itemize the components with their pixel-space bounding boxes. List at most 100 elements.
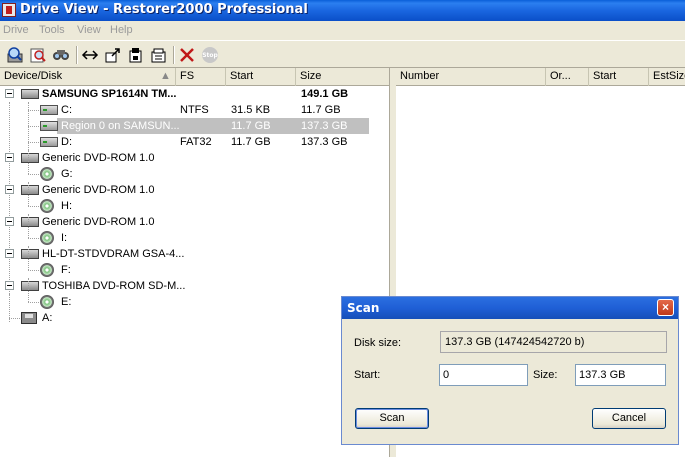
open-icon[interactable]: [149, 45, 169, 65]
swap-icon[interactable]: [80, 45, 100, 65]
column-size[interactable]: Size: [296, 68, 390, 86]
floppy-drive-icon: [21, 312, 37, 324]
cd-icon: [40, 231, 54, 245]
tree-line: [28, 182, 29, 206]
column-start[interactable]: Start: [226, 68, 296, 86]
partition-start: 11.7 GB: [231, 136, 271, 148]
menu-tools[interactable]: Tools: [39, 24, 65, 36]
optical-drive-icon: [21, 281, 39, 291]
tree-row-volume[interactable]: I:: [0, 214, 390, 246]
collapse-icon[interactable]: [5, 153, 14, 162]
size-input[interactable]: 137.3 GB: [575, 364, 666, 386]
volume-name: E:: [61, 296, 72, 308]
device-tree-pane[interactable]: Device/Disk ▲ FS Start Size SAMSUNG SP16…: [0, 68, 390, 457]
tree-line: [28, 174, 39, 175]
region-name: Region 0 on SAMSUN...: [61, 120, 180, 132]
tree-row-volume[interactable]: G:: [0, 150, 390, 182]
partition-start: 31.5 KB: [231, 104, 271, 116]
collapse-icon[interactable]: [5, 249, 14, 258]
tree-row-drive[interactable]: Generic DVD-ROM 1.0: [0, 182, 390, 198]
tree-row-volume[interactable]: H:: [0, 182, 390, 214]
stop-icon[interactable]: Stop: [200, 45, 220, 65]
partition-size: 11.7 GB: [301, 104, 341, 116]
menu-drive[interactable]: Drive: [3, 24, 29, 36]
toolbar-separator: [76, 46, 78, 64]
scan-button[interactable]: Scan: [355, 408, 429, 429]
collapse-icon[interactable]: [5, 89, 14, 98]
volume-name: G:: [61, 168, 73, 180]
sort-arrow-icon: ▲: [160, 70, 171, 82]
title-bar: Drive View - Restorer2000 Professional: [0, 0, 685, 21]
tree-line: [28, 246, 29, 270]
disk-size-field: 137.3 GB (147424542720 b): [440, 331, 667, 353]
results-header: Number Or... Start EstSize: [396, 68, 685, 86]
stop-label: Stop: [202, 47, 218, 63]
find-icon[interactable]: [51, 45, 71, 65]
menu-view[interactable]: View: [77, 24, 101, 36]
column-number[interactable]: Number: [396, 68, 546, 86]
partition-icon: [40, 105, 58, 115]
menu-help[interactable]: Help: [110, 24, 133, 36]
disk-name: SAMSUNG SP1614N TM...: [42, 88, 177, 100]
column-start[interactable]: Start: [589, 68, 649, 86]
search-icon[interactable]: [28, 45, 48, 65]
tree-row-partition[interactable]: D: FAT32 11.7 GB 137.3 GB: [0, 134, 390, 150]
tree-row-volume[interactable]: F:: [0, 246, 390, 278]
cd-icon: [40, 295, 54, 309]
disk-size: 149.1 GB: [301, 88, 349, 100]
volume-name: H:: [61, 200, 72, 212]
tree-line: [28, 302, 39, 303]
column-device-disk[interactable]: Device/Disk ▲: [0, 68, 176, 86]
tree-line: [28, 278, 29, 302]
collapse-icon[interactable]: [5, 217, 14, 226]
tree-row-drive[interactable]: HL-DT-STDVDRAM GSA-4...: [0, 246, 390, 262]
tree-row-volume[interactable]: E:: [0, 278, 390, 310]
collapse-icon[interactable]: [5, 281, 14, 290]
delete-icon[interactable]: [177, 45, 197, 65]
tree-row-disk[interactable]: SAMSUNG SP1614N TM... 149.1 GB: [0, 86, 390, 102]
cancel-button[interactable]: Cancel: [592, 408, 666, 429]
partition-name: C:: [61, 104, 72, 116]
drive-name: Generic DVD-ROM 1.0: [42, 184, 155, 196]
region-size: 137.3 GB: [301, 120, 348, 132]
scan-disk-icon[interactable]: [5, 45, 25, 65]
optical-drive-icon: [21, 153, 39, 163]
column-order[interactable]: Or...: [546, 68, 589, 86]
tree-line: [28, 270, 39, 271]
tree-line: [28, 110, 39, 111]
tree-row-drive[interactable]: Generic DVD-ROM 1.0: [0, 214, 390, 230]
size-label: Size:: [533, 369, 558, 381]
region-start: 11.7 GB: [231, 120, 271, 132]
device-tree-header: Device/Disk ▲ FS Start Size: [0, 68, 389, 86]
export-icon[interactable]: [103, 45, 123, 65]
column-estsize[interactable]: EstSize: [649, 68, 685, 86]
partition-size: 137.3 GB: [301, 136, 348, 148]
scan-dialog-titlebar: Scan ×: [342, 297, 678, 319]
start-label: Start:: [354, 369, 381, 381]
toolbar: Stop: [0, 40, 685, 68]
drive-name: TOSHIBA DVD-ROM SD-M...: [42, 280, 186, 292]
column-fs[interactable]: FS: [176, 68, 226, 86]
optical-drive-icon: [21, 185, 39, 195]
partition-name: D:: [61, 136, 72, 148]
hard-disk-icon: [21, 89, 39, 99]
save-icon[interactable]: [126, 45, 146, 65]
window-title: Drive View - Restorer2000 Professional: [20, 2, 308, 17]
tree-row-drive[interactable]: Generic DVD-ROM 1.0: [0, 150, 390, 166]
tree-row-region[interactable]: Region 0 on SAMSUN... 11.7 GB 137.3 GB: [0, 118, 390, 134]
close-icon[interactable]: ×: [657, 299, 674, 316]
tree-line: [28, 126, 39, 127]
start-input[interactable]: 0: [439, 364, 528, 386]
tree-line: [28, 206, 39, 207]
drive-name: HL-DT-STDVDRAM GSA-4...: [42, 248, 185, 260]
drive-name: Generic DVD-ROM 1.0: [42, 152, 155, 164]
volume-name: F:: [61, 264, 71, 276]
tree-row-partition[interactable]: C: NTFS 31.5 KB 11.7 GB: [0, 102, 390, 118]
disk-size-label: Disk size:: [354, 337, 402, 349]
volume-name: I:: [61, 232, 68, 244]
collapse-icon[interactable]: [5, 185, 14, 194]
tree-row-drive[interactable]: TOSHIBA DVD-ROM SD-M...: [0, 278, 390, 294]
drive-name: A:: [42, 312, 53, 324]
tree-line: [9, 318, 20, 319]
tree-row-floppy[interactable]: A:: [0, 310, 390, 326]
